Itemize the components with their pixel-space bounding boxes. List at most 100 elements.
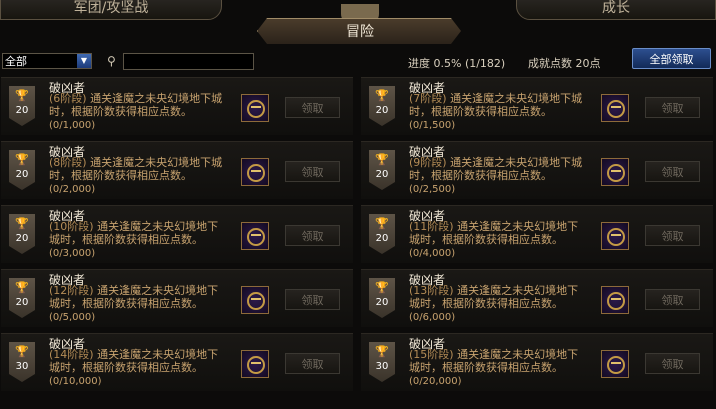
search-icon: ⚲ <box>107 54 116 68</box>
achievement-description: (15阶段) 通关逢魔之未央幻境地下城时，根据阶数获得相应点数。 <box>409 348 589 374</box>
chevron-down-icon[interactable]: ▼ <box>77 54 91 68</box>
reward-emblem-icon[interactable] <box>601 222 629 250</box>
achievement-points: 成就点数 20点 <box>528 57 601 70</box>
trophy-icon: 🏆 <box>375 217 389 230</box>
reward-emblem-icon[interactable] <box>601 94 629 122</box>
reward-emblem-icon[interactable] <box>601 158 629 186</box>
achievement-points-value: 20 <box>15 105 29 116</box>
achievement-stage: (10阶段) <box>49 220 94 233</box>
trophy-medal-icon: 🏆 20 <box>369 278 395 318</box>
achievement-card: 🏆 20 破凶者 (7阶段) 通关逢魔之未央幻境地下城时，根据阶数获得相应点数。 (0/… <box>361 77 713 135</box>
search-input[interactable] <box>123 53 254 70</box>
achievement-progress-count: (0/5,000) <box>49 312 96 323</box>
achievement-stage: (9阶段) <box>409 156 447 169</box>
trophy-icon: 🏆 <box>15 89 29 102</box>
trophy-medal-icon: 🏆 20 <box>9 278 35 318</box>
achievement-points-value: 20 <box>15 233 29 244</box>
trophy-icon: 🏆 <box>375 153 389 166</box>
trophy-medal-icon: 🏆 20 <box>9 86 35 126</box>
progress-text: 进度 0.5% (1/182) <box>408 57 506 70</box>
claim-button[interactable]: 领取 <box>645 225 700 246</box>
claim-button[interactable]: 领取 <box>285 225 340 246</box>
reward-emblem-icon[interactable] <box>241 94 269 122</box>
achievement-card: 🏆 20 破凶者 (6阶段) 通关逢魔之未央幻境地下城时，根据阶数获得相应点数。 (0/… <box>1 77 353 135</box>
achievement-description: (9阶段) 通关逢魔之未央幻境地下城时，根据阶数获得相应点数。 <box>409 156 589 182</box>
achievement-description: (7阶段) 通关逢魔之未央幻境地下城时，根据阶数获得相应点数。 <box>409 92 589 118</box>
achievement-progress-count: (0/1,500) <box>409 120 456 131</box>
trophy-medal-icon: 🏆 30 <box>9 342 35 382</box>
achievement-stage: (12阶段) <box>49 284 94 297</box>
achievement-description: (6阶段) 通关逢魔之未央幻境地下城时，根据阶数获得相应点数。 <box>49 92 229 118</box>
achievement-progress-count: (0/20,000) <box>409 376 462 387</box>
achievement-card: 🏆 30 破凶者 (14阶段) 通关逢魔之未央幻境地下城时，根据阶数获得相应点数。 (0… <box>1 333 353 391</box>
achievement-card: 🏆 20 破凶者 (8阶段) 通关逢魔之未央幻境地下城时，根据阶数获得相应点数。 (0/… <box>1 141 353 199</box>
trophy-medal-icon: 🏆 20 <box>369 214 395 254</box>
claim-button[interactable]: 领取 <box>285 97 340 118</box>
achievement-progress-count: (0/1,000) <box>49 120 96 131</box>
tab-growth[interactable]: 成长 <box>516 0 716 20</box>
trophy-icon: 🏆 <box>375 345 389 358</box>
claim-button[interactable]: 领取 <box>645 97 700 118</box>
trophy-icon: 🏆 <box>375 281 389 294</box>
trophy-icon: 🏆 <box>15 217 29 230</box>
achievement-stage: (7阶段) <box>409 92 447 105</box>
claim-all-button[interactable]: 全部领取 <box>632 48 711 69</box>
achievement-progress-count: (0/3,000) <box>49 248 96 259</box>
tab-adventure-label: 冒险 <box>257 18 461 44</box>
trophy-icon: 🏆 <box>375 89 389 102</box>
reward-emblem-icon[interactable] <box>241 158 269 186</box>
achievement-stage: (11阶段) <box>409 220 454 233</box>
achievement-card: 🏆 20 破凶者 (9阶段) 通关逢魔之未央幻境地下城时，根据阶数获得相应点数。 (0/… <box>361 141 713 199</box>
tab-adventure[interactable]: 冒险 <box>257 4 463 46</box>
achievement-card: 🏆 30 破凶者 (15阶段) 通关逢魔之未央幻境地下城时，根据阶数获得相应点数。 (0… <box>361 333 713 391</box>
claim-button[interactable]: 领取 <box>285 353 340 374</box>
claim-button[interactable]: 领取 <box>645 353 700 374</box>
achievement-stage: (13阶段) <box>409 284 454 297</box>
filter-select[interactable]: 全部 ▼ <box>2 53 92 69</box>
achievement-card: 🏆 20 破凶者 (13阶段) 通关逢魔之未央幻境地下城时，根据阶数获得相应点数。 (0… <box>361 269 713 327</box>
trophy-icon: 🏆 <box>15 153 29 166</box>
achievement-description: (11阶段) 通关逢魔之未央幻境地下城时，根据阶数获得相应点数。 <box>409 220 589 246</box>
achievement-stage: (8阶段) <box>49 156 87 169</box>
achievement-progress-count: (0/2,500) <box>409 184 456 195</box>
achievement-stage: (14阶段) <box>49 348 94 361</box>
reward-emblem-icon[interactable] <box>241 222 269 250</box>
achievement-description: (12阶段) 通关逢魔之未央幻境地下城时，根据阶数获得相应点数。 <box>49 284 229 310</box>
achievement-progress-count: (0/6,000) <box>409 312 456 323</box>
claim-button[interactable]: 领取 <box>285 289 340 310</box>
achievement-points-value: 20 <box>375 233 389 244</box>
achievement-description: (13阶段) 通关逢魔之未央幻境地下城时，根据阶数获得相应点数。 <box>409 284 589 310</box>
tab-legion-siege[interactable]: 军团/攻坚战 <box>0 0 222 20</box>
reward-emblem-icon[interactable] <box>601 286 629 314</box>
achievement-card: 🏆 20 破凶者 (12阶段) 通关逢魔之未央幻境地下城时，根据阶数获得相应点数。 (0… <box>1 269 353 327</box>
achievement-points-value: 30 <box>375 361 389 372</box>
achievement-points-value: 20 <box>15 169 29 180</box>
achievement-points-value: 20 <box>375 169 389 180</box>
trophy-medal-icon: 🏆 20 <box>369 150 395 190</box>
trophy-icon: 🏆 <box>15 345 29 358</box>
achievement-description: (8阶段) 通关逢魔之未央幻境地下城时，根据阶数获得相应点数。 <box>49 156 229 182</box>
achievement-description: (10阶段) 通关逢魔之未央幻境地下城时，根据阶数获得相应点数。 <box>49 220 229 246</box>
trophy-icon: 🏆 <box>15 281 29 294</box>
achievement-points-value: 20 <box>15 297 29 308</box>
claim-button[interactable]: 领取 <box>285 161 340 182</box>
achievement-card: 🏆 20 破凶者 (11阶段) 通关逢魔之未央幻境地下城时，根据阶数获得相应点数。 (0… <box>361 205 713 263</box>
reward-emblem-icon[interactable] <box>601 350 629 378</box>
reward-emblem-icon[interactable] <box>241 286 269 314</box>
trophy-medal-icon: 🏆 30 <box>369 342 395 382</box>
claim-button[interactable]: 领取 <box>645 161 700 182</box>
achievement-description: (14阶段) 通关逢魔之未央幻境地下城时，根据阶数获得相应点数。 <box>49 348 229 374</box>
filter-selected-value: 全部 <box>5 55 27 68</box>
claim-button[interactable]: 领取 <box>645 289 700 310</box>
achievement-stage: (6阶段) <box>49 92 87 105</box>
achievement-progress-count: (0/4,000) <box>409 248 456 259</box>
achievement-progress-count: (0/10,000) <box>49 376 102 387</box>
trophy-medal-icon: 🏆 20 <box>9 214 35 254</box>
trophy-medal-icon: 🏆 20 <box>9 150 35 190</box>
achievement-points-value: 30 <box>15 361 29 372</box>
achievement-points-value: 20 <box>375 297 389 308</box>
achievement-points-value: 20 <box>375 105 389 116</box>
achievement-stage: (15阶段) <box>409 348 454 361</box>
reward-emblem-icon[interactable] <box>241 350 269 378</box>
achievement-card: 🏆 20 破凶者 (10阶段) 通关逢魔之未央幻境地下城时，根据阶数获得相应点数。 (0… <box>1 205 353 263</box>
